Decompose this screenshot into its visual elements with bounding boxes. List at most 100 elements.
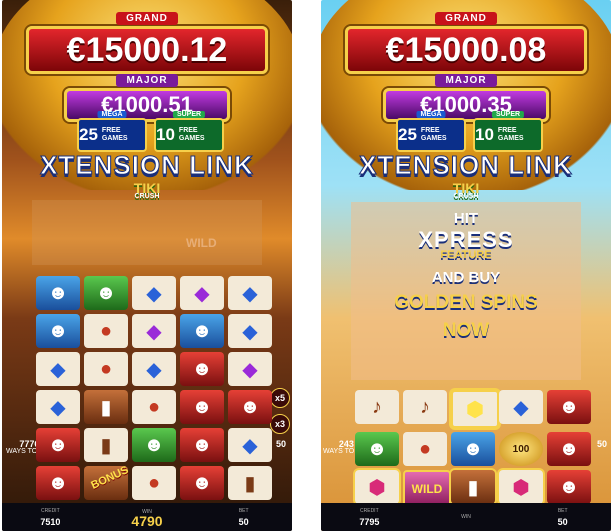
tiki-red-symbol: ☻ <box>36 466 80 500</box>
blue-gem-symbol: ◆ <box>228 276 272 310</box>
tiki-red-symbol: ☻ <box>547 432 591 466</box>
blue-gem-symbol: ◆ <box>132 352 176 386</box>
multiplier-x5: x5 <box>270 388 290 408</box>
promo-feature: FEATURE <box>440 249 492 261</box>
dim-wild-label: WILD <box>186 236 217 250</box>
tiki-red-symbol: ☻ <box>547 390 591 424</box>
maracas-symbol: ● <box>132 390 176 424</box>
blue-gem-symbol: ◆ <box>228 314 272 348</box>
mega-text: FREE GAMES <box>101 127 128 142</box>
maracas-symbol: ● <box>132 466 176 500</box>
bet-display: BET 50 <box>238 508 249 527</box>
major-label: MAJOR <box>116 74 178 87</box>
drum-symbol: ▮ <box>84 428 128 462</box>
mega-free-games: MEGA 25 FREE GAMES <box>396 111 466 152</box>
drum-symbol: ▮ <box>451 470 495 504</box>
grand-value: €15000.08 <box>345 26 587 74</box>
super-label: SUPER <box>491 111 525 118</box>
major-jackpot: MAJOR €1000.51 <box>64 70 230 122</box>
sublogo-small: CRUSH <box>453 193 479 200</box>
super-text: FREE GAMES <box>497 127 524 142</box>
pink-gem-symbol: ⬢ <box>451 390 499 428</box>
ukulele-symbol: ♪ <box>355 390 399 424</box>
super-label: SUPER <box>172 111 206 118</box>
mega-free-games: MEGA 25 FREE GAMES <box>77 111 147 152</box>
mega-count: 25 <box>398 125 417 144</box>
coin-symbol: 100 <box>499 432 543 466</box>
mega-text: FREE GAMES <box>420 127 447 142</box>
blue-gem-symbol: ◆ <box>36 390 80 424</box>
bottom-status-bar: CREDIT 7795 WIN BET 50 <box>321 503 611 531</box>
tiki-blue-symbol: ☻ <box>36 276 80 310</box>
super-count: 10 <box>475 125 494 144</box>
major-value: €1000.35 <box>383 88 549 122</box>
mega-count: 25 <box>79 125 98 144</box>
maracas-symbol: ● <box>84 314 128 348</box>
mega-label: MEGA <box>97 111 127 118</box>
win-display: WIN 4790 <box>131 509 163 529</box>
game-sublogo: TIKI CRUSH <box>321 180 611 200</box>
upper-dimmed-board <box>32 200 262 265</box>
xpress-promo: HIT XPRESS FEATURE AND BUY GOLDEN SPINS … <box>349 210 583 380</box>
purple-gem-symbol: ◆ <box>132 314 176 348</box>
ukulele-symbol: ♪ <box>403 390 447 424</box>
grand-label: GRAND <box>435 12 497 25</box>
super-count: 10 <box>156 125 175 144</box>
maracas-symbol: ● <box>84 352 128 386</box>
credit-display: CREDIT 7510 <box>40 508 61 527</box>
credit-display: CREDIT 7795 <box>359 508 380 527</box>
blue-gem-symbol: ◆ <box>132 276 176 310</box>
drum-symbol: ▮ <box>84 390 128 424</box>
tiki-red-symbol: ☻ <box>180 428 224 462</box>
purple-gem-symbol: ◆ <box>180 276 224 310</box>
grand-value: €15000.12 <box>26 26 268 74</box>
win-display: WIN <box>461 513 471 520</box>
left-game-screenshot: GRAND €15000.12 MAJOR €1000.51 MEGA 25 F… <box>2 0 292 531</box>
game-logo: XTENSION LINK <box>359 150 573 181</box>
super-text: FREE GAMES <box>178 127 205 142</box>
tiki-green-symbol: ☻ <box>132 428 176 462</box>
tiki-red-symbol: ☻ <box>180 390 224 424</box>
major-value: €1000.51 <box>64 88 230 122</box>
grand-jackpot: GRAND €15000.12 <box>26 8 268 74</box>
blue-gem-symbol: ◆ <box>36 352 80 386</box>
tiki-blue-symbol: ☻ <box>451 432 495 466</box>
grand-label: GRAND <box>116 12 178 25</box>
multiplier-x3: x3 <box>270 414 290 434</box>
sublogo-small: CRUSH <box>134 193 160 200</box>
mega-label: MEGA <box>416 111 446 118</box>
tiki-blue-symbol: ☻ <box>36 314 80 348</box>
tiki-red-symbol: ☻ <box>547 470 591 504</box>
pink-gem-symbol: ⬢ <box>499 470 543 504</box>
promo-golden-spins: GOLDEN SPINS <box>394 292 538 313</box>
promo-hit: HIT <box>453 210 479 227</box>
major-label: MAJOR <box>435 74 497 87</box>
promo-now: NOW <box>442 320 490 341</box>
super-free-games: SUPER 10 FREE GAMES <box>473 111 543 152</box>
tiki-red-symbol: ☻ <box>180 466 224 500</box>
blue-gem-symbol: ◆ <box>228 428 272 462</box>
tiki-red-symbol: ☻ <box>180 352 224 386</box>
pink-gem-symbol: ⬢ <box>355 470 399 504</box>
tiki-red-symbol: ☻ <box>228 390 272 424</box>
promo-and-buy: AND BUY <box>431 269 501 286</box>
reel-grid: ♪ ♪ ⬢ ◆ ☻ ☻ ● ☻ 100 ☻ ⬢ WILD ▮ ⬢ ☻ <box>355 390 591 508</box>
purple-gem-symbol: ◆ <box>228 352 272 386</box>
tiki-red-symbol: ☻ <box>36 428 80 462</box>
maracas-symbol: ● <box>403 432 447 466</box>
tiki-blue-symbol: ☻ <box>180 314 224 348</box>
bet-display: BET 50 <box>557 508 568 527</box>
super-free-games: SUPER 10 FREE GAMES <box>154 111 224 152</box>
game-logo: XTENSION LINK <box>40 150 254 181</box>
game-sublogo: TIKI CRUSH <box>2 180 292 200</box>
right-side-value: 50 <box>275 439 286 449</box>
right-game-screenshot: GRAND €15000.08 MAJOR €1000.35 MEGA 25 F… <box>321 0 611 531</box>
grand-jackpot: GRAND €15000.08 <box>345 8 587 74</box>
reel-grid: ☻ ☻ ◆ ◆ ◆ ☻ ● ◆ ☻ ◆ ◆ ● ◆ ☻ ◆ ◆ ▮ ● ☻ ☻ … <box>36 276 272 500</box>
tiki-green-symbol: ☻ <box>355 432 399 466</box>
major-jackpot: MAJOR €1000.35 <box>383 70 549 122</box>
tiki-green-symbol: ☻ <box>84 276 128 310</box>
drum-symbol: ▮ <box>228 466 272 500</box>
blue-gem-symbol: ◆ <box>499 390 543 424</box>
right-side-value: 50 <box>596 439 607 449</box>
